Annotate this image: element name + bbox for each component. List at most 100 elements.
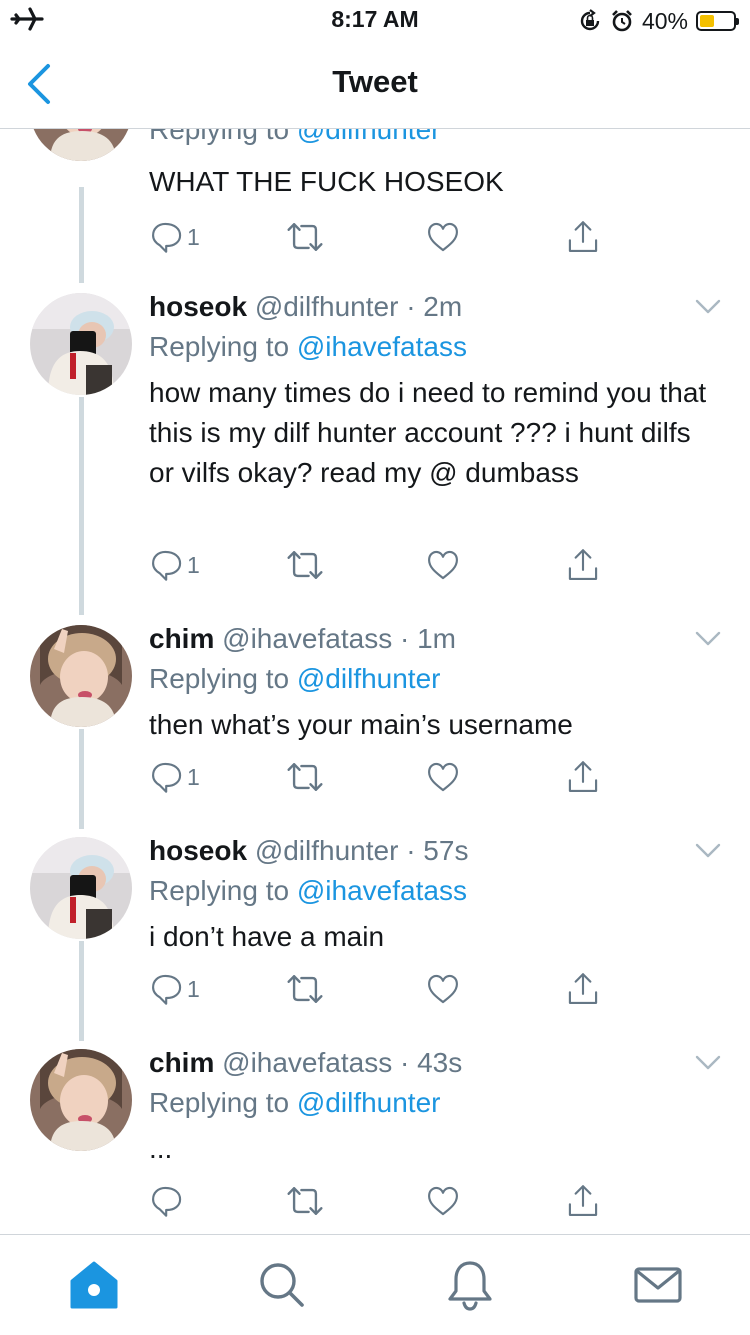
replying-to: Replying to @dilfhunter	[149, 663, 440, 695]
display-name[interactable]: hoseok	[149, 835, 247, 866]
share-button[interactable]	[565, 543, 601, 587]
mention-link[interactable]: @dilfhunter	[297, 1087, 441, 1118]
tweet[interactable]: hoseok @dilfhunter · 2m Replying to @iha…	[0, 285, 750, 605]
tweet-text: WHAT THE FUCK HOSEOK	[149, 166, 504, 197]
notifications-bell-icon[interactable]	[442, 1257, 498, 1313]
battery-percent: 40%	[641, 7, 688, 34]
mention-link[interactable]: @dilfhunter	[297, 663, 441, 694]
reply-count: 1	[187, 223, 200, 250]
retweet-button[interactable]	[285, 543, 325, 587]
reply-button[interactable]: 1	[149, 755, 200, 799]
home-icon[interactable]	[66, 1257, 122, 1313]
reply-count: 1	[187, 551, 200, 578]
mention-link[interactable]: @ihavefatass	[297, 331, 467, 362]
timestamp: · 43s	[400, 1047, 463, 1078]
replying-to: Replying to @ihavefatass	[149, 331, 467, 363]
display-name[interactable]: chim	[149, 623, 214, 654]
share-button[interactable]	[565, 215, 601, 259]
timestamp: · 1m	[400, 623, 456, 654]
like-button[interactable]	[425, 1179, 461, 1223]
reply-icon	[149, 547, 185, 583]
heart-icon	[425, 759, 461, 795]
chevron-down-icon[interactable]	[694, 629, 722, 649]
tweet[interactable]: chim @ihavefatass · 43s Replying to @dil…	[0, 1041, 750, 1234]
page-title: Tweet	[332, 64, 418, 99]
retweet-icon	[285, 217, 325, 257]
mention-link[interactable]: @ihavefatass	[297, 875, 467, 906]
tweet-header: hoseok @dilfhunter · 57s	[149, 835, 468, 867]
like-button[interactable]	[425, 543, 461, 587]
reply-icon	[149, 971, 185, 1007]
avatar[interactable]	[30, 129, 132, 161]
handle[interactable]: @dilfhunter	[255, 291, 399, 322]
retweet-button[interactable]	[285, 967, 325, 1011]
retweet-icon	[285, 757, 325, 797]
tab-bar	[0, 1234, 750, 1335]
tweet-header: chim @ihavefatass · 43s	[149, 1047, 462, 1079]
handle[interactable]: @ihavefatass	[222, 623, 392, 654]
heart-icon	[425, 547, 461, 583]
handle[interactable]: @dilfhunter	[255, 835, 399, 866]
replying-prefix: Replying to	[149, 875, 290, 906]
retweet-button[interactable]	[285, 1179, 325, 1223]
retweet-button[interactable]	[285, 215, 325, 259]
chevron-down-icon[interactable]	[694, 841, 722, 861]
avatar[interactable]	[30, 837, 132, 939]
reply-icon	[149, 219, 185, 255]
replying-prefix: Replying to	[149, 331, 290, 362]
avatar[interactable]	[30, 625, 132, 727]
replying-prefix: Replying to	[149, 663, 290, 694]
heart-icon	[425, 971, 461, 1007]
tweet[interactable]: Replying to @dilfhunter WHAT THE FUCK HO…	[0, 129, 750, 301]
tweet-actions	[149, 1179, 619, 1223]
tweet-text: i don’t have a main	[149, 921, 385, 952]
like-button[interactable]	[425, 967, 461, 1011]
share-button[interactable]	[565, 1179, 601, 1223]
share-icon	[565, 219, 601, 255]
replying-to: Replying to @dilfhunter	[149, 129, 440, 146]
share-icon	[565, 759, 601, 795]
rotation-lock-icon	[580, 9, 600, 31]
retweet-icon	[285, 969, 325, 1009]
reply-count: 1	[187, 763, 200, 790]
like-button[interactable]	[425, 755, 461, 799]
timestamp: · 2m	[406, 291, 463, 322]
tweet[interactable]: hoseok @dilfhunter · 57s Replying to @ih…	[0, 829, 750, 1034]
avatar[interactable]	[30, 1049, 132, 1151]
share-icon	[565, 971, 601, 1007]
chevron-down-icon[interactable]	[694, 297, 722, 317]
reply-icon	[149, 1183, 185, 1219]
reply-count: 1	[187, 975, 200, 1002]
tweet-actions: 1	[149, 543, 619, 587]
display-name[interactable]: hoseok	[149, 291, 247, 322]
tweet-text: how many times do i need to remind you t…	[149, 377, 707, 488]
reply-button[interactable]	[149, 1179, 187, 1223]
like-button[interactable]	[425, 215, 461, 259]
status-bar: 8:17 AM 40%	[0, 0, 750, 40]
mention-link[interactable]: @dilfhunter	[297, 129, 441, 145]
replying-to: Replying to @dilfhunter	[149, 1087, 440, 1119]
share-button[interactable]	[565, 755, 601, 799]
reply-button[interactable]: 1	[149, 215, 200, 259]
display-name[interactable]: chim	[149, 1047, 214, 1078]
replying-prefix: Replying to	[149, 1087, 290, 1118]
tweet[interactable]: chim @ihavefatass · 1m Replying to @dilf…	[0, 617, 750, 822]
tweet-thread[interactable]: Replying to @dilfhunter WHAT THE FUCK HO…	[0, 129, 750, 1234]
timestamp: · 57s	[406, 835, 469, 866]
avatar[interactable]	[30, 293, 132, 395]
reply-button[interactable]: 1	[149, 967, 200, 1011]
heart-icon	[425, 1183, 461, 1219]
messages-mail-icon[interactable]	[630, 1257, 686, 1313]
replying-prefix: Replying to	[149, 129, 290, 145]
share-icon	[565, 1183, 601, 1219]
chevron-down-icon[interactable]	[694, 1053, 722, 1073]
tweet-text: then what’s your main’s username	[149, 709, 573, 740]
reply-button[interactable]: 1	[149, 543, 200, 587]
share-button[interactable]	[565, 967, 601, 1011]
tweet-text: ...	[149, 1133, 173, 1164]
heart-icon	[425, 219, 461, 255]
tweet-actions: 1	[149, 755, 619, 799]
handle[interactable]: @ihavefatass	[222, 1047, 392, 1078]
retweet-button[interactable]	[285, 755, 325, 799]
search-icon[interactable]	[254, 1257, 310, 1313]
